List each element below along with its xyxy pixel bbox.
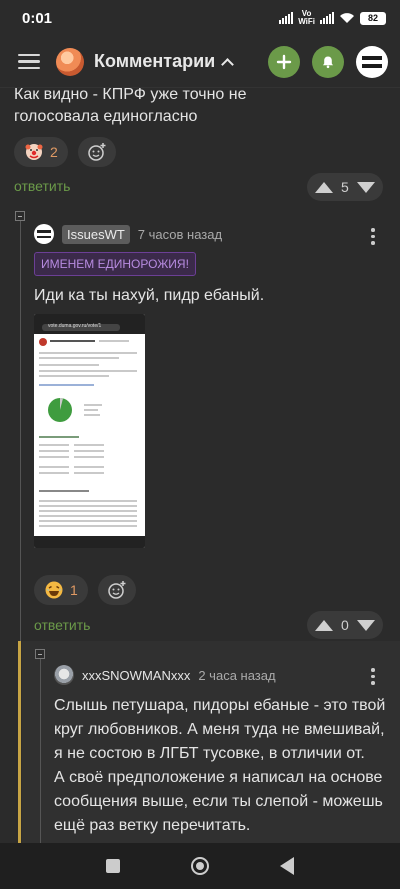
vote-controls: 5 [307,173,383,201]
reply-link[interactable]: ответить [14,178,70,194]
comment-text: Как видно - КПРФ уже точно не голосовала… [14,88,247,125]
status-icons: Vo WiFi 82 [279,10,386,26]
reactions-row: 1 [34,575,136,605]
battery-icon: 82 [360,11,386,25]
add-emoji-icon [88,143,106,161]
plus-icon [276,54,292,69]
bell-icon [323,56,333,68]
comment-header: IssuesWT 7 часов назад [34,224,222,244]
notifications-button[interactable] [312,45,344,78]
avatar[interactable] [54,665,74,685]
downvote-icon[interactable] [356,181,375,193]
reaction-count: 1 [70,582,78,598]
wifi-icon [340,13,354,23]
vote-count: 5 [341,179,349,195]
reaction-button[interactable]: 1 [34,575,88,605]
app-logo[interactable] [56,47,84,76]
new-comment-indicator [18,641,21,843]
thread-line [40,659,41,843]
upvote-icon[interactable] [315,619,333,631]
profile-button[interactable] [356,45,388,78]
avatar[interactable] [34,224,54,244]
status-time: 0:01 [22,9,53,27]
vote-controls: 0 [307,611,383,639]
comment-text: Слышь петушара, пидоры ебаные - это твой… [54,697,386,834]
image-url-text: vote.duma.gov.ru/vote/1 [48,323,102,329]
pie-chart-icon [48,398,72,422]
signal-icon-2 [320,12,334,24]
collapse-thread-button[interactable] [15,211,25,221]
comment-text: Иди ка ты нахуй, пидр ебаный. [34,287,265,304]
clown-emoji-icon [25,144,43,160]
reply-link[interactable]: ответить [34,617,90,633]
comment-author[interactable]: IssuesWT [62,224,130,244]
signal-icon [279,12,294,24]
downvote-icon[interactable] [356,619,375,631]
reaction-button[interactable]: 2 [14,137,68,167]
collapse-thread-button[interactable] [35,649,45,659]
add-emoji-icon [108,581,126,599]
profile-avatar-icon [357,46,387,77]
status-bar: 0:01 Vo WiFi 82 [0,0,400,36]
add-reaction-button[interactable] [77,137,116,167]
reaction-count: 2 [50,144,58,160]
comment-time: 2 часа назад [198,667,276,683]
back-button[interactable] [280,857,295,875]
page-title: Комментарии [94,51,216,71]
vote-count: 0 [341,617,349,633]
add-post-button[interactable] [268,45,300,78]
comment-menu-icon[interactable] [371,668,375,685]
user-title-badge: ИМЕНЕМ ЕДИНОРОЖИЯ! [34,252,196,276]
upvote-icon[interactable] [315,181,333,193]
laughing-emoji-icon [45,581,63,599]
comment-header: xxxSNOWMANxxx 2 часа назад [54,665,276,685]
app-header: Комментарии [0,36,400,88]
chevron-up-icon[interactable] [221,58,235,71]
volte-indicator: Vo WiFi [298,9,315,26]
comment-menu-icon[interactable] [371,228,375,245]
emblem-icon [39,338,47,346]
comment-author[interactable]: xxxSNOWMANxxx [82,668,190,683]
add-reaction-button[interactable] [97,575,136,605]
menu-icon[interactable] [18,53,40,70]
home-button[interactable] [190,857,209,875]
system-nav-bar [0,843,400,889]
comment-time: 7 часов назад [137,226,223,242]
reactions-row: 2 [14,137,116,167]
comment-image[interactable]: vote.duma.gov.ru/vote/1 [34,314,145,548]
comments-feed[interactable]: Как видно - КПРФ уже точно не голосовала… [0,88,400,843]
recents-button[interactable] [105,859,120,873]
